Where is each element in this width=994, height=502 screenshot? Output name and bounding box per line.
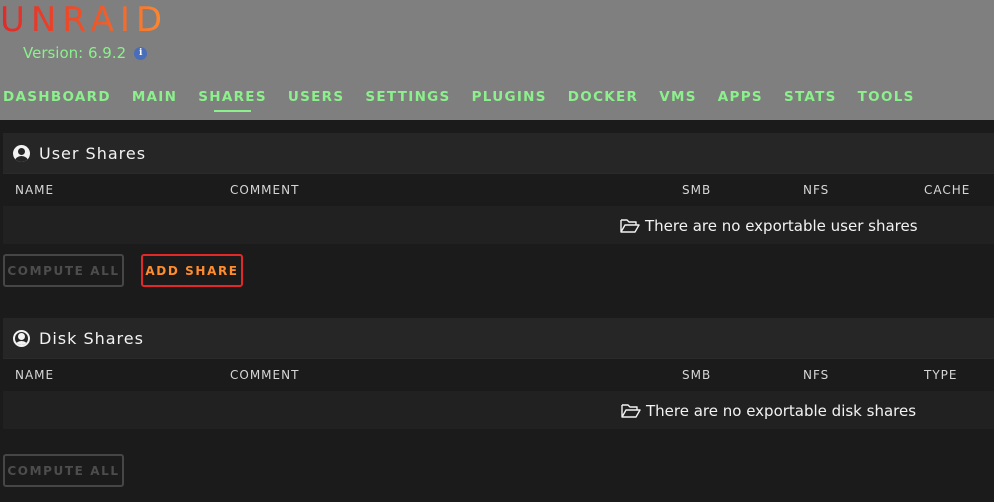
user-shares-empty-message: There are no exportable user shares	[620, 217, 918, 235]
column-type[interactable]: TYPE	[924, 368, 957, 382]
column-nfs[interactable]: NFS	[803, 183, 829, 197]
unraid-logo[interactable]: UNRAID	[0, 0, 168, 40]
user-shares-table-head: NAME COMMENT SMB NFS CACHE	[3, 173, 994, 205]
disk-shares-empty-message: There are no exportable disk shares	[621, 402, 916, 420]
column-smb[interactable]: SMB	[682, 183, 711, 197]
nav-tools[interactable]: TOOLS	[858, 88, 915, 114]
disk-compute-all-button[interactable]: COMPUTE ALL	[3, 454, 124, 487]
user-shares-empty-text: There are no exportable user shares	[645, 217, 918, 235]
header: UNRAID Version: 6.9.2 i DASHBOARD MAIN S…	[0, 0, 994, 120]
column-nfs[interactable]: NFS	[803, 368, 829, 382]
compute-all-button[interactable]: COMPUTE ALL	[3, 254, 124, 287]
nav-vms[interactable]: VMS	[659, 88, 697, 114]
user-shares-title: User Shares	[39, 143, 147, 163]
nav-docker[interactable]: DOCKER	[568, 88, 638, 114]
folder-open-icon	[621, 404, 641, 418]
column-name[interactable]: NAME	[15, 183, 54, 197]
column-smb[interactable]: SMB	[682, 368, 711, 382]
disk-shares-header: Disk Shares	[3, 318, 994, 358]
user-shares-header: User Shares	[3, 133, 994, 173]
column-comment[interactable]: COMMENT	[230, 183, 299, 197]
nav-main[interactable]: MAIN	[132, 88, 177, 114]
disk-shares-empty-row: There are no exportable disk shares	[3, 391, 994, 429]
nav-plugins[interactable]: PLUGINS	[472, 88, 547, 114]
folder-open-icon	[620, 219, 640, 233]
user-circle-outline-icon	[13, 329, 30, 347]
nav-shares[interactable]: SHARES	[198, 88, 267, 114]
version-label: Version: 6.9.2	[23, 44, 127, 62]
disk-shares-table-head: NAME COMMENT SMB NFS TYPE	[3, 358, 994, 390]
nav-settings[interactable]: SETTINGS	[365, 88, 450, 114]
info-icon[interactable]: i	[134, 46, 148, 60]
nav-users[interactable]: USERS	[288, 88, 345, 114]
column-comment[interactable]: COMMENT	[230, 368, 299, 382]
nav-stats[interactable]: STATS	[784, 88, 837, 114]
column-cache[interactable]: CACHE	[924, 183, 970, 197]
version-info: Version: 6.9.2 i	[23, 44, 148, 62]
disk-shares-title: Disk Shares	[39, 328, 144, 348]
add-share-button[interactable]: ADD SHARE	[141, 254, 243, 287]
user-shares-empty-row: There are no exportable user shares	[3, 206, 994, 244]
user-circle-icon	[13, 144, 30, 162]
nav-dashboard[interactable]: DASHBOARD	[3, 88, 111, 114]
nav-apps[interactable]: APPS	[718, 88, 763, 114]
disk-shares-empty-text: There are no exportable disk shares	[646, 402, 917, 420]
main-nav: DASHBOARD MAIN SHARES USERS SETTINGS PLU…	[3, 88, 936, 114]
column-name[interactable]: NAME	[15, 368, 54, 382]
